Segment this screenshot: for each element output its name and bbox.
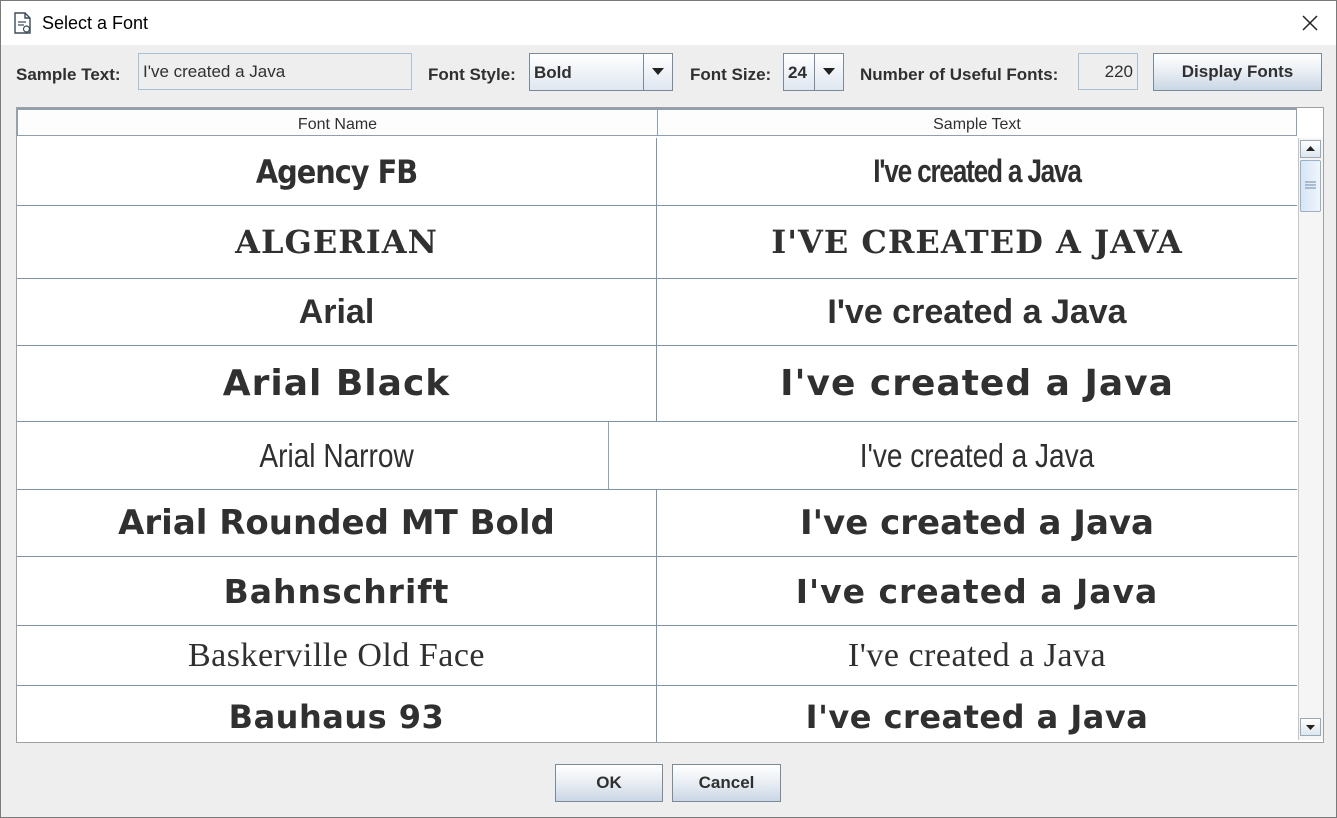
table-row[interactable]: Agency FB I've created a Java	[17, 138, 1297, 206]
sample-cell: I've created a Java	[873, 153, 1082, 189]
sample-cell: I'VE CREATED A JAVA	[771, 223, 1183, 261]
chevron-down-icon	[652, 68, 664, 75]
font-name-cell: Arial Black	[17, 346, 657, 421]
sample-cell: I've created a Java	[859, 436, 1095, 474]
font-name-cell: Arial Narrow	[65, 422, 609, 489]
table-row[interactable]: Arial Black I've created a Java	[17, 346, 1297, 422]
display-fonts-button[interactable]: Display Fonts	[1153, 53, 1322, 91]
table-row[interactable]: Baskerville Old Face I've created a Java	[17, 626, 1297, 686]
font-name-cell: Bauhaus 93	[17, 686, 657, 742]
close-icon[interactable]	[1298, 11, 1322, 35]
font-style-dropdown-button[interactable]	[643, 54, 672, 90]
font-name-cell: Baskerville Old Face	[17, 626, 657, 685]
table-row[interactable]: ALGERIAN I'VE CREATED A JAVA	[17, 206, 1297, 279]
table-row[interactable]: Bauhaus 93 I've created a Java	[17, 686, 1297, 742]
sample-text-input[interactable]: I've created a Java	[138, 53, 412, 90]
column-header-sample-text[interactable]: Sample Text	[657, 108, 1297, 136]
arrow-up-icon	[1306, 146, 1315, 151]
sample-cell: I've created a Java	[827, 292, 1127, 331]
table-row[interactable]: Arial Narrow I've created a Java	[17, 422, 1297, 490]
table-row[interactable]: Arial Rounded MT Bold I've created a Jav…	[17, 490, 1297, 557]
ok-button[interactable]: OK	[555, 764, 663, 802]
table-row[interactable]: Bahnschrift I've created a Java	[17, 557, 1297, 626]
font-name-cell: ALGERIAN	[17, 206, 657, 278]
sample-cell: I've created a Java	[799, 503, 1154, 543]
sample-cell: I've created a Java	[780, 363, 1174, 404]
grip-icon	[1305, 181, 1316, 189]
font-size-select[interactable]: 24	[783, 53, 844, 91]
sample-cell: I've created a Java	[847, 636, 1107, 674]
title-bar: Select a Font	[1, 1, 1336, 45]
font-dialog: Select a Font Sample Text: I've created …	[0, 0, 1337, 818]
font-name-cell: Arial Rounded MT Bold	[17, 490, 657, 556]
chevron-down-icon	[823, 68, 835, 75]
window-title: Select a Font	[42, 13, 149, 33]
sample-text-label: Sample Text:	[16, 65, 121, 84]
table-row[interactable]: Arial I've created a Java	[17, 279, 1297, 346]
column-header-font-name[interactable]: Font Name	[17, 108, 658, 136]
font-name-cell: Agency FB	[17, 138, 657, 205]
cancel-button[interactable]: Cancel	[672, 764, 781, 802]
useful-fonts-label: Number of Useful Fonts:	[860, 65, 1059, 84]
font-size-dropdown-button[interactable]	[814, 54, 843, 90]
font-style-label: Font Style:	[428, 65, 516, 84]
scroll-up-button[interactable]	[1300, 140, 1321, 158]
vertical-scrollbar[interactable]	[1298, 138, 1323, 740]
fonts-table: Font Name Sample Text Agency FB I've cre…	[16, 107, 1324, 743]
table-header: Font Name Sample Text	[17, 108, 1297, 138]
scrollbar-thumb[interactable]	[1300, 160, 1321, 212]
font-style-select[interactable]: Bold	[529, 53, 673, 91]
font-size-label: Font Size:	[690, 65, 772, 84]
arrow-down-icon	[1306, 725, 1315, 730]
document-settings-icon	[14, 12, 31, 34]
font-name-cell: Bahnschrift	[17, 557, 657, 625]
font-name-cell: Arial	[17, 279, 657, 345]
sample-cell: I've created a Java	[805, 698, 1149, 736]
font-size-value: 24	[788, 63, 807, 82]
scroll-down-button[interactable]	[1300, 718, 1321, 736]
font-style-value: Bold	[534, 63, 572, 82]
sample-cell: I've created a Java	[795, 571, 1159, 611]
useful-fonts-count: 220	[1078, 53, 1138, 90]
